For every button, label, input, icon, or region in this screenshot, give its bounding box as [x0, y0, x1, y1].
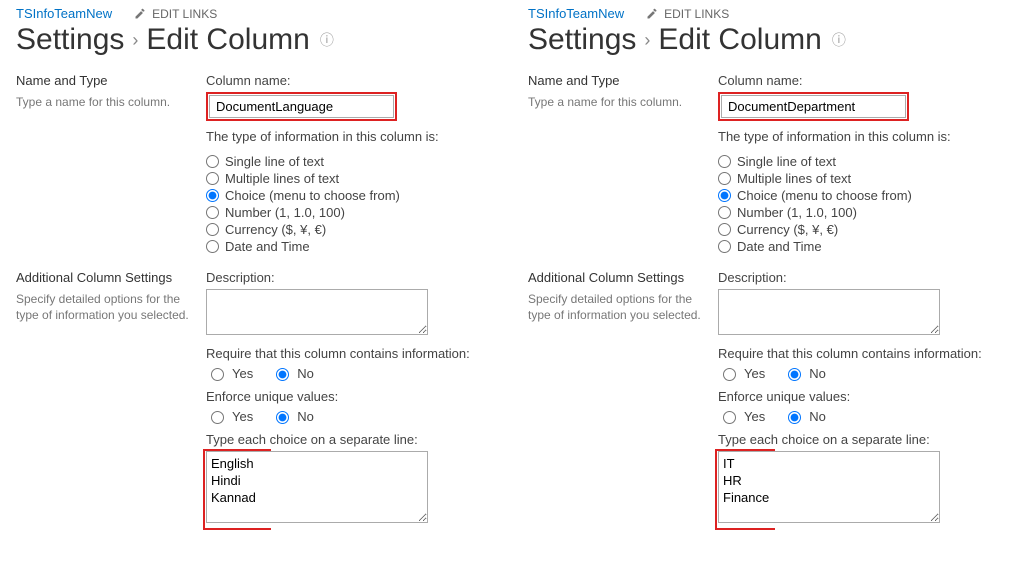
type-label-multi: Multiple lines of text — [225, 171, 339, 186]
column-name-input[interactable] — [209, 95, 394, 118]
edit-links-button[interactable]: EDIT LINKS — [134, 7, 217, 21]
type-radio-datetime[interactable] — [718, 240, 731, 253]
type-radio-number[interactable] — [206, 206, 219, 219]
breadcrumb-page: Edit Column — [658, 25, 821, 55]
type-info-label: The type of information in this column i… — [718, 129, 1008, 144]
require-no-label: No — [809, 366, 826, 381]
highlight-column-name — [206, 92, 397, 121]
type-radio-choice[interactable] — [718, 189, 731, 202]
type-label-single: Single line of text — [737, 154, 836, 169]
breadcrumb-page: Edit Column — [146, 25, 309, 55]
column-name-input[interactable] — [721, 95, 906, 118]
require-yes-label: Yes — [232, 366, 253, 381]
require-yes-radio[interactable] — [723, 368, 736, 381]
unique-no-radio[interactable] — [276, 411, 289, 424]
require-no-radio[interactable] — [276, 368, 289, 381]
type-radio-currency[interactable] — [206, 223, 219, 236]
type-label-multi: Multiple lines of text — [737, 171, 851, 186]
chevron-right-icon: › — [644, 30, 650, 51]
section-name-type-sub: Type a name for this column. — [16, 94, 192, 110]
section-name-type: Name and Type — [528, 73, 704, 88]
breadcrumb: Settings › Edit Column ⓘ — [16, 25, 496, 55]
edit-links-button[interactable]: EDIT LINKS — [646, 7, 729, 21]
type-label-choice: Choice (menu to choose from) — [225, 188, 400, 203]
pencil-icon — [646, 8, 658, 20]
section-name-type: Name and Type — [16, 73, 192, 88]
pencil-icon — [134, 8, 146, 20]
type-radio-number[interactable] — [718, 206, 731, 219]
unique-label: Enforce unique values: — [718, 389, 1008, 404]
section-additional: Additional Column Settings — [16, 270, 192, 285]
chevron-right-icon: › — [132, 30, 138, 51]
description-textarea[interactable] — [718, 289, 940, 335]
type-label-currency: Currency ($, ¥, €) — [737, 222, 838, 237]
unique-yes-label: Yes — [232, 409, 253, 424]
description-textarea[interactable] — [206, 289, 428, 335]
choices-textarea[interactable] — [206, 451, 428, 523]
type-label-currency: Currency ($, ¥, €) — [225, 222, 326, 237]
section-name-type-sub: Type a name for this column. — [528, 94, 704, 110]
unique-yes-radio[interactable] — [723, 411, 736, 424]
type-radio-datetime[interactable] — [206, 240, 219, 253]
site-link[interactable]: TSInfoTeamNew — [528, 6, 624, 21]
description-label: Description: — [718, 270, 1008, 285]
type-label-single: Single line of text — [225, 154, 324, 169]
unique-no-label: No — [297, 409, 314, 424]
type-label-datetime: Date and Time — [225, 239, 310, 254]
type-radio-multi[interactable] — [206, 172, 219, 185]
info-icon[interactable]: ⓘ — [832, 30, 846, 50]
choices-textarea[interactable] — [718, 451, 940, 523]
type-label-number: Number (1, 1.0, 100) — [737, 205, 857, 220]
require-label: Require that this column contains inform… — [206, 346, 496, 361]
edit-links-label: EDIT LINKS — [152, 7, 217, 21]
choices-label: Type each choice on a separate line: — [206, 432, 496, 447]
unique-no-label: No — [809, 409, 826, 424]
pane-left: TSInfoTeamNew EDIT LINKS Settings › Edit… — [0, 0, 512, 579]
choices-label: Type each choice on a separate line: — [718, 432, 1008, 447]
unique-yes-label: Yes — [744, 409, 765, 424]
require-yes-radio[interactable] — [211, 368, 224, 381]
section-additional-sub: Specify detailed options for the type of… — [528, 291, 704, 323]
type-radio-group: Single line of text Multiple lines of te… — [718, 154, 1008, 254]
require-yes-label: Yes — [744, 366, 765, 381]
type-radio-single[interactable] — [206, 155, 219, 168]
require-no-radio[interactable] — [788, 368, 801, 381]
description-label: Description: — [206, 270, 496, 285]
edit-links-label: EDIT LINKS — [664, 7, 729, 21]
type-radio-choice[interactable] — [206, 189, 219, 202]
require-no-label: No — [297, 366, 314, 381]
type-radio-single[interactable] — [718, 155, 731, 168]
breadcrumb-settings[interactable]: Settings — [16, 25, 124, 55]
column-name-label: Column name: — [718, 73, 1008, 88]
site-link[interactable]: TSInfoTeamNew — [16, 6, 112, 21]
type-info-label: The type of information in this column i… — [206, 129, 496, 144]
type-label-number: Number (1, 1.0, 100) — [225, 205, 345, 220]
breadcrumb-settings[interactable]: Settings — [528, 25, 636, 55]
type-radio-currency[interactable] — [718, 223, 731, 236]
type-label-choice: Choice (menu to choose from) — [737, 188, 912, 203]
breadcrumb: Settings › Edit Column ⓘ — [528, 25, 1008, 55]
unique-label: Enforce unique values: — [206, 389, 496, 404]
section-additional-sub: Specify detailed options for the type of… — [16, 291, 192, 323]
info-icon[interactable]: ⓘ — [320, 30, 334, 50]
require-label: Require that this column contains inform… — [718, 346, 1008, 361]
unique-yes-radio[interactable] — [211, 411, 224, 424]
type-radio-group: Single line of text Multiple lines of te… — [206, 154, 496, 254]
highlight-column-name — [718, 92, 909, 121]
type-radio-multi[interactable] — [718, 172, 731, 185]
pane-right: TSInfoTeamNew EDIT LINKS Settings › Edit… — [512, 0, 1024, 579]
column-name-label: Column name: — [206, 73, 496, 88]
type-label-datetime: Date and Time — [737, 239, 822, 254]
unique-no-radio[interactable] — [788, 411, 801, 424]
section-additional: Additional Column Settings — [528, 270, 704, 285]
